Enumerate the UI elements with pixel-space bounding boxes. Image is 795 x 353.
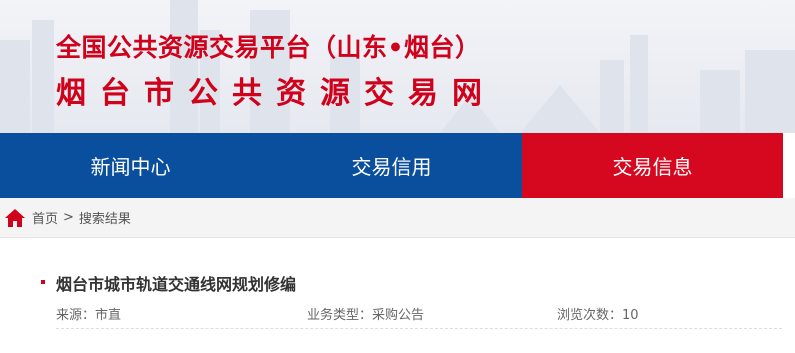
result-title-link[interactable]: 烟台市城市轨道交通线网规划修编 [56,271,296,295]
breadcrumb-current: 搜索结果 [78,212,131,227]
nav-edge [783,133,795,198]
nav-item-news-center[interactable]: 新闻中心 [0,133,261,198]
breadcrumb-separator: > [63,210,74,225]
home-icon[interactable] [4,207,26,229]
site-header: 全国公共资源交易平台（山东•烟台） 烟台市公共资源交易网 [0,0,795,133]
nav-item-trade-credit[interactable]: 交易信用 [261,133,522,198]
search-result-item: 烟台市城市轨道交通线网规划修编 来源：市直 业务类型：采购公告 浏览次数：10 [32,262,782,342]
breadcrumb-home-link[interactable]: 首页 [32,208,58,227]
main-nav: 新闻中心 交易信用 交易信息 [0,133,783,198]
site-title-line1: 全国公共资源交易平台（山东•烟台） [56,33,481,62]
result-divider [56,328,782,329]
site-title-line2: 烟台市公共资源交易网 [56,76,496,111]
bullet-icon [41,280,45,284]
result-view-count: 浏览次数：10 [557,308,639,323]
result-business-type: 业务类型：采购公告 [307,308,425,323]
city-skyline-background [0,0,795,133]
breadcrumb: 首页 > 搜索结果 [0,198,795,238]
result-source: 来源：市直 [56,308,122,323]
nav-item-trade-info[interactable]: 交易信息 [522,133,783,198]
